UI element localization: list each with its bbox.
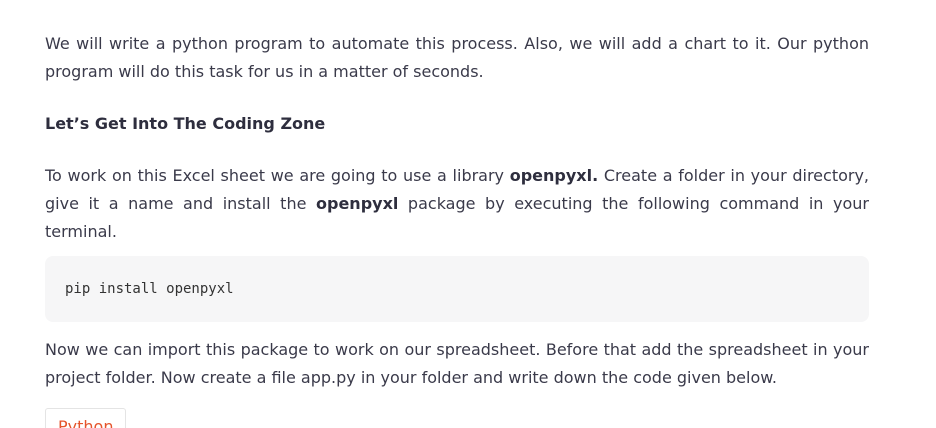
article-content: We will write a python program to automa…: [45, 30, 869, 428]
library-text-part1: To work on this Excel sheet we are going…: [45, 166, 510, 185]
library-name-bold: openpyxl.: [509, 166, 599, 185]
library-paragraph: To work on this Excel sheet we are going…: [45, 162, 869, 246]
section-heading: Let’s Get Into The Coding Zone: [45, 114, 326, 133]
intro-paragraph: We will write a python program to automa…: [45, 34, 869, 81]
install-command[interactable]: pip install openpyxl: [65, 281, 234, 297]
import-paragraph: Now we can import this package to work o…: [45, 340, 869, 387]
package-name-bold: openpyxl: [316, 194, 399, 213]
tab-python[interactable]: Python: [45, 408, 127, 428]
install-code-block[interactable]: pip install openpyxl: [45, 256, 869, 322]
